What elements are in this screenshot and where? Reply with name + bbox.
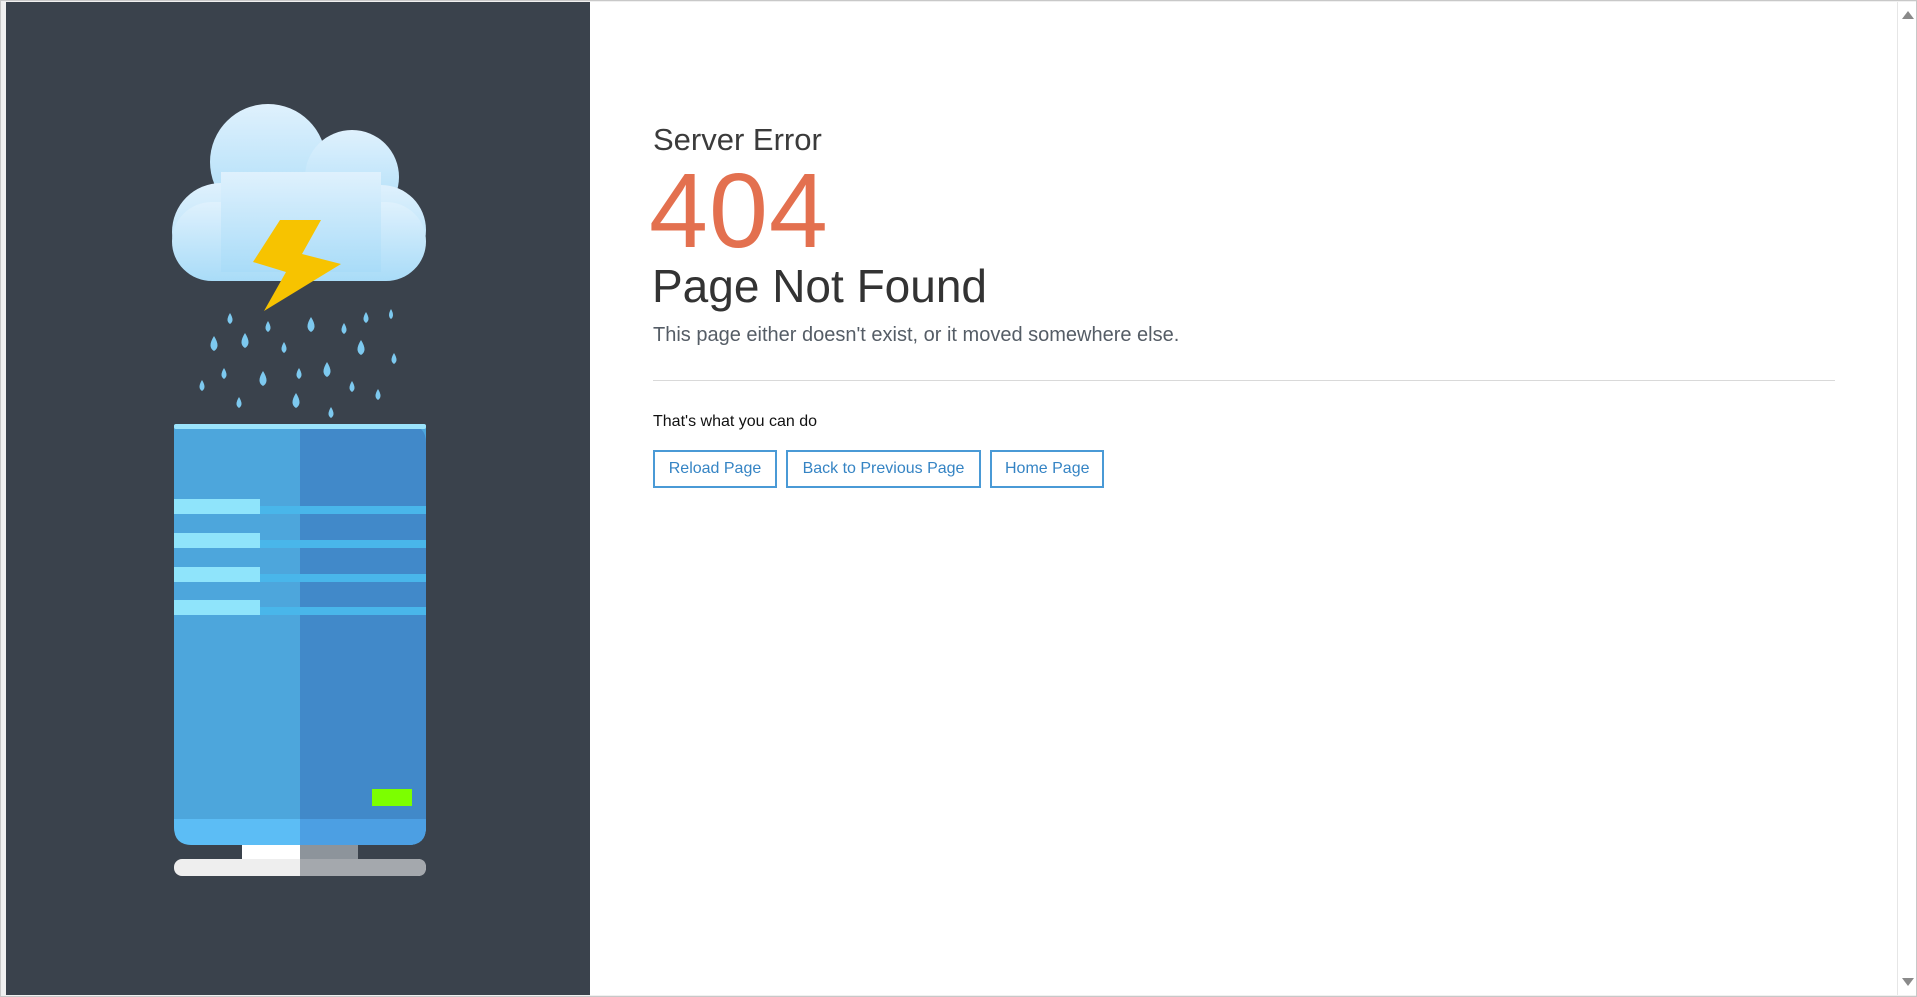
vertical-scrollbar[interactable] (1897, 2, 1916, 995)
reload-page-button[interactable]: Reload Page (653, 450, 777, 488)
scroll-up-arrow-icon[interactable] (1902, 11, 1914, 19)
server-icon (174, 424, 426, 876)
browser-viewport: Server Error 404 Page Not Found This pag… (0, 0, 1917, 997)
scroll-down-arrow-icon[interactable] (1902, 978, 1914, 986)
server-storm-illustration (172, 104, 426, 876)
illustration-panel (6, 2, 590, 995)
divider (653, 380, 1835, 381)
error-code: 404 (649, 152, 829, 270)
error-description: This page either doesn't exist, or it mo… (653, 324, 1180, 346)
back-to-previous-page-button[interactable]: Back to Previous Page (786, 450, 981, 488)
rain-drops (199, 309, 397, 418)
error-content: Server Error 404 Page Not Found This pag… (590, 2, 1897, 995)
home-page-button[interactable]: Home Page (990, 450, 1104, 488)
page-title: Page Not Found (652, 260, 988, 312)
actions-label: That's what you can do (653, 413, 818, 430)
status-led (372, 789, 412, 806)
